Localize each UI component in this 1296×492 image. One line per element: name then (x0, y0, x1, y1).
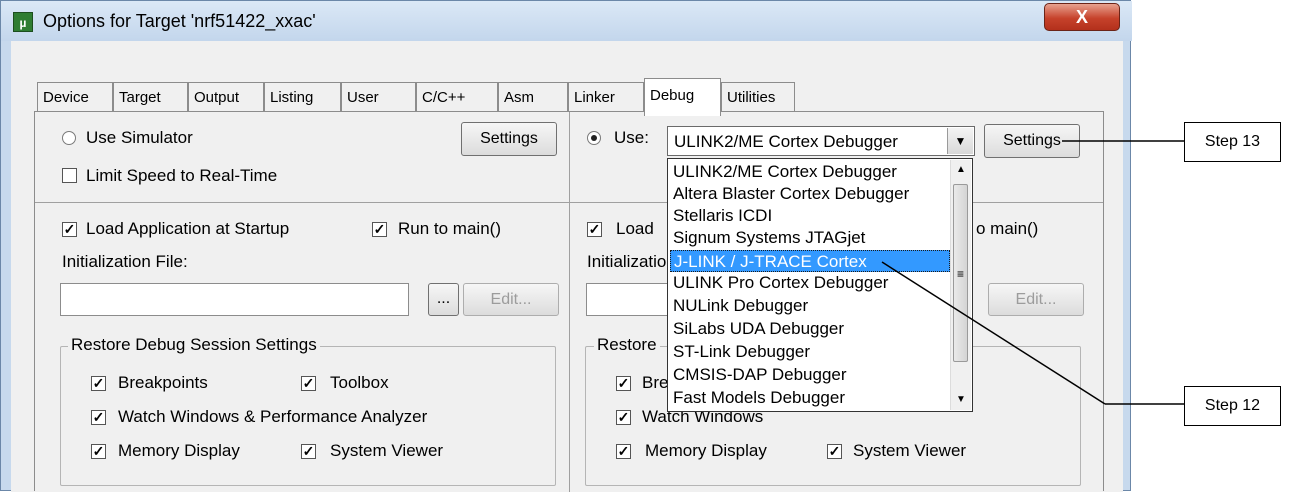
callout-lines (881, 140, 1184, 405)
step13-callout: Step 13 (1184, 122, 1281, 162)
step12-line-diagonal (881, 261, 1106, 405)
step12-callout: Step 12 (1184, 386, 1281, 426)
